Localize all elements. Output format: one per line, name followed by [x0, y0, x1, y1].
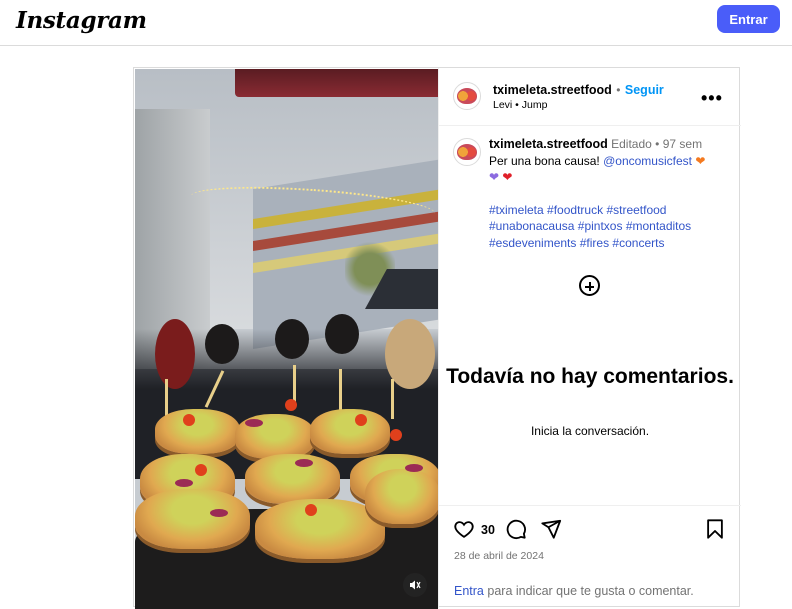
butterfly-icon [457, 144, 477, 160]
login-prompt-text: para indicar que te gusta o comentar. [487, 584, 694, 598]
butterfly-icon [457, 88, 477, 104]
hashtag-list: #tximeleta #foodtruck #streetfood #unabo… [489, 202, 733, 252]
author-avatar[interactable] [453, 82, 481, 110]
comment-icon[interactable] [505, 518, 527, 540]
photo-pintxo [155, 409, 240, 454]
photo-person [205, 324, 239, 364]
empty-comments-subtitle: Inicia la conversación. [530, 424, 650, 438]
post-sidebar: tximeleta.streetfood • Seguir Levi • Jum… [438, 68, 741, 608]
caption-avatar[interactable] [453, 138, 481, 166]
post-header: tximeleta.streetfood • Seguir Levi • Jum… [439, 68, 741, 126]
hashtag-link[interactable]: #fires [580, 236, 609, 250]
caption-meta-line: tximeleta.streetfood Editado • 97 sem [489, 136, 733, 153]
photo-person [325, 314, 359, 354]
audio-track[interactable]: Levi • Jump [493, 99, 547, 111]
photo-tomato [195, 464, 207, 476]
caption-text-line: Per una bona causa! @oncomusicfest ❤ [489, 153, 733, 170]
photo-awning [235, 69, 438, 97]
hashtag-link[interactable]: #foodtruck [547, 203, 603, 217]
login-button[interactable]: Entrar [717, 5, 780, 33]
header-author-line: tximeleta.streetfood • Seguir [493, 81, 664, 99]
hashtag-link[interactable]: #tximeleta [489, 203, 544, 217]
instagram-logo[interactable]: Instagram [16, 7, 147, 34]
photo-tomato [183, 414, 195, 426]
photo-onion [245, 419, 263, 427]
more-icon[interactable]: ••• [701, 88, 723, 109]
photo-skewer [391, 379, 394, 419]
heart-icon[interactable] [453, 518, 475, 540]
hashtag-link[interactable]: #montaditos [626, 219, 691, 233]
post-time-ago[interactable]: 97 sem [663, 137, 702, 151]
mute-icon[interactable] [403, 573, 427, 597]
top-bar: Instagram Entrar [0, 0, 792, 46]
photo-pintxo [135, 489, 250, 549]
separator-dot: • [616, 83, 621, 97]
hashtag-link[interactable]: #esdeveniments [489, 236, 576, 250]
photo-pintxo [310, 409, 390, 454]
photo-tomato [305, 504, 317, 516]
like-count[interactable]: 30 [481, 523, 495, 537]
post-media-photo[interactable] [135, 69, 438, 609]
photo-pintxo [365, 469, 438, 524]
login-prompt: Entra para indicar que te gusta o coment… [454, 584, 694, 598]
photo-tomato [355, 414, 367, 426]
photo-tomato [285, 399, 297, 411]
photo-pintxo [245, 454, 340, 504]
hashtag-link[interactable]: #pintxos [578, 219, 623, 233]
bookmark-icon[interactable] [704, 518, 726, 540]
photo-skewer [339, 369, 342, 414]
login-link[interactable]: Entra [454, 584, 484, 598]
photo-person [155, 319, 195, 389]
post-actions: 30 28 de abril de 2024 Entra para indica… [439, 505, 741, 608]
hashtag-link[interactable]: #streetfood [606, 203, 666, 217]
hashtag-link[interactable]: #concerts [612, 236, 664, 250]
photo-onion [405, 464, 423, 472]
follow-button[interactable]: Seguir [625, 83, 664, 97]
empty-comments-title: Todavía no hay comentarios. [446, 365, 734, 388]
hashtag-link[interactable]: #unabonacausa [489, 219, 574, 233]
caption-author[interactable]: tximeleta.streetfood [489, 137, 608, 151]
post-card: tximeleta.streetfood • Seguir Levi • Jum… [133, 67, 741, 609]
photo-onion [175, 479, 193, 487]
orange-heart-icon: ❤ [695, 153, 706, 168]
author-username[interactable]: tximeleta.streetfood [493, 83, 612, 97]
mention-link[interactable]: @oncomusicfest [603, 154, 692, 168]
red-heart-icon: ❤ [502, 170, 513, 184]
caption-emoji-line: ❤ ❤ [489, 169, 733, 186]
post-date[interactable]: 28 de abril de 2024 [454, 550, 544, 562]
photo-onion [210, 509, 228, 517]
photo-person [275, 319, 309, 359]
share-icon[interactable] [540, 518, 562, 540]
post-caption: tximeleta.streetfood Editado • 97 sem Pe… [489, 136, 733, 251]
separator-dot: • [655, 137, 660, 151]
add-icon[interactable] [579, 275, 600, 296]
photo-onion [295, 459, 313, 467]
purple-heart-icon: ❤ [489, 170, 500, 184]
edited-label: Editado [611, 137, 652, 151]
caption-text: Per una bona causa! [489, 153, 600, 168]
photo-tomato [390, 429, 402, 441]
